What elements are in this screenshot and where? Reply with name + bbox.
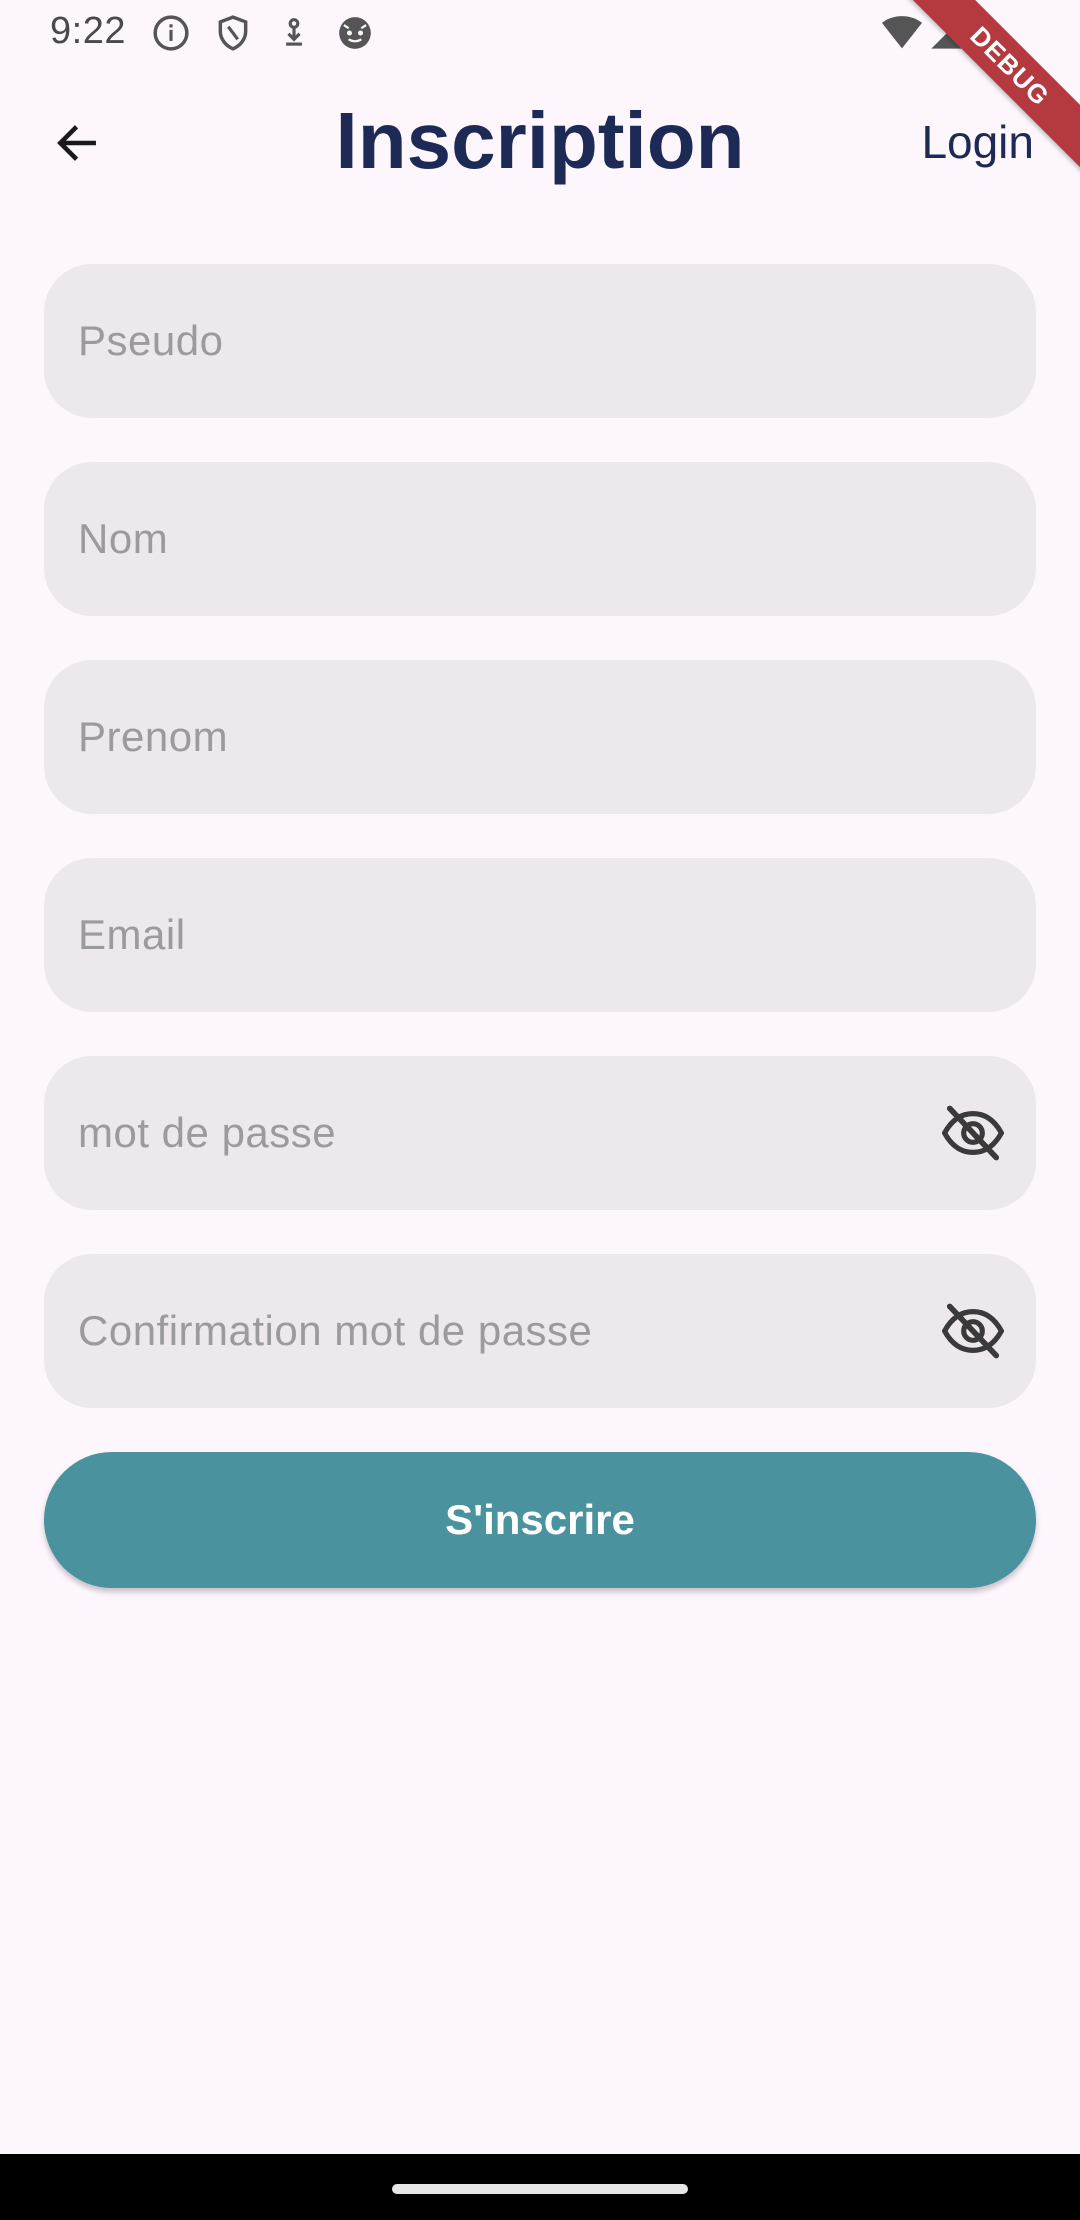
status-time: 9:22 xyxy=(50,10,126,52)
password-visibility-toggle[interactable] xyxy=(940,1100,1006,1166)
eye-off-icon xyxy=(942,1105,1004,1161)
nom-field[interactable] xyxy=(44,462,1036,616)
email-field[interactable] xyxy=(44,858,1036,1012)
status-bar: 9:22 xyxy=(0,0,1080,66)
password-input[interactable] xyxy=(44,1056,1036,1210)
page-title: Inscription xyxy=(335,96,745,185)
login-link[interactable]: Login xyxy=(921,114,1034,170)
system-nav-bar xyxy=(0,2154,1080,2220)
password-field[interactable] xyxy=(44,1056,1036,1210)
pseudo-field[interactable] xyxy=(44,264,1036,418)
confirm-password-input[interactable] xyxy=(44,1254,1036,1408)
pseudo-input[interactable] xyxy=(44,264,1036,418)
email-input[interactable] xyxy=(44,858,1036,1012)
registration-form xyxy=(44,264,1036,1452)
download-icon xyxy=(275,14,313,52)
confirm-password-visibility-toggle[interactable] xyxy=(940,1298,1006,1364)
register-button[interactable]: S'inscrire xyxy=(44,1452,1036,1588)
cell-signal-icon xyxy=(928,12,968,52)
prenom-field[interactable] xyxy=(44,660,1036,814)
shield-icon xyxy=(214,14,252,52)
info-icon xyxy=(152,14,190,52)
cat-face-icon xyxy=(336,14,374,52)
nom-input[interactable] xyxy=(44,462,1036,616)
confirm-password-field[interactable] xyxy=(44,1254,1036,1408)
app-bar: Inscription Login xyxy=(0,66,1080,220)
prenom-input[interactable] xyxy=(44,660,1036,814)
eye-off-icon xyxy=(942,1303,1004,1359)
wifi-icon xyxy=(880,12,924,52)
home-gesture-handle[interactable] xyxy=(392,2184,688,2194)
